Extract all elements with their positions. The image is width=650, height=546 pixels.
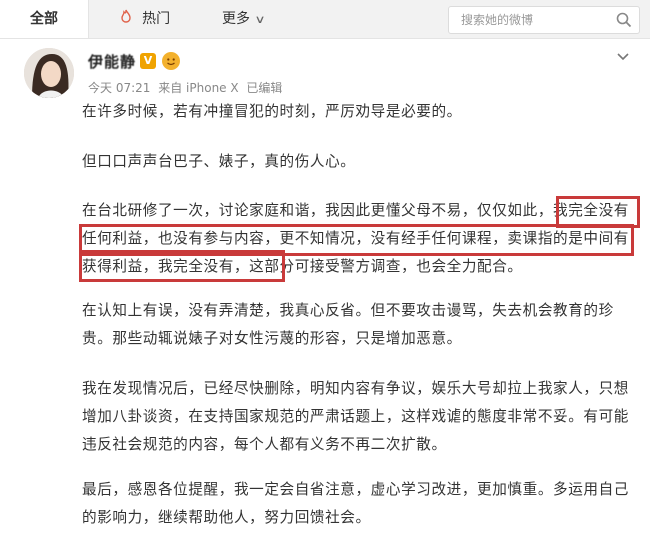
tab-all[interactable]: 全部 (0, 0, 89, 38)
post-paragraph: 最后，感恩各位提醒，我一定会自省注意，虚心学习改进，更加慎重。多运用自己的影响力… (82, 481, 629, 526)
post-paragraph: 在台北研修了一次，讨论家庭和谐，我因此更懂父母不易，仅仅如此，我完全没有任何利益… (82, 202, 629, 275)
search-icon[interactable] (615, 11, 633, 29)
tab-hot-label: 热门 (142, 11, 171, 27)
post-meta: 今天 07:21 来自 iPhone X 已编辑 (88, 79, 282, 96)
verified-icon: V (140, 53, 156, 69)
chevron-down-icon: ∨ (254, 13, 266, 26)
search-input[interactable] (461, 10, 601, 30)
post-paragraph: 在认知上有误，没有弄清楚，我真心反省。但不要攻击谩骂，失去机会教育的珍贵。那些动… (82, 302, 614, 347)
post-edited-label[interactable]: 已编辑 (246, 81, 282, 95)
tab-more-label: 更多 (222, 11, 250, 27)
tab-hot[interactable]: 热门 (120, 0, 170, 38)
post-options-chevron-icon[interactable] (615, 48, 631, 64)
search-box (448, 6, 640, 34)
fire-icon (120, 9, 136, 27)
post-paragraph: 在许多时候，若有冲撞冒犯的时刻，严厉劝导是必要的。 (82, 103, 462, 120)
avatar[interactable] (24, 48, 74, 98)
tab-more[interactable]: 更多 ∨ (222, 0, 266, 38)
post-author[interactable]: 伊能静 (88, 51, 136, 72)
member-emoji-icon (162, 52, 180, 70)
top-tab-bar: 全部 热门 更多 ∨ (0, 0, 650, 39)
post-paragraph: 但口口声声台巴子、婊子，真的伤人心。 (82, 153, 356, 170)
post-source: 来自 iPhone X (158, 81, 239, 95)
post-paragraph: 我在发现情况后，已经尽快删除，明知内容有争议，娱乐大号却拉上我家人，只想增加八卦… (82, 380, 629, 453)
post-time[interactable]: 今天 07:21 (88, 81, 150, 95)
